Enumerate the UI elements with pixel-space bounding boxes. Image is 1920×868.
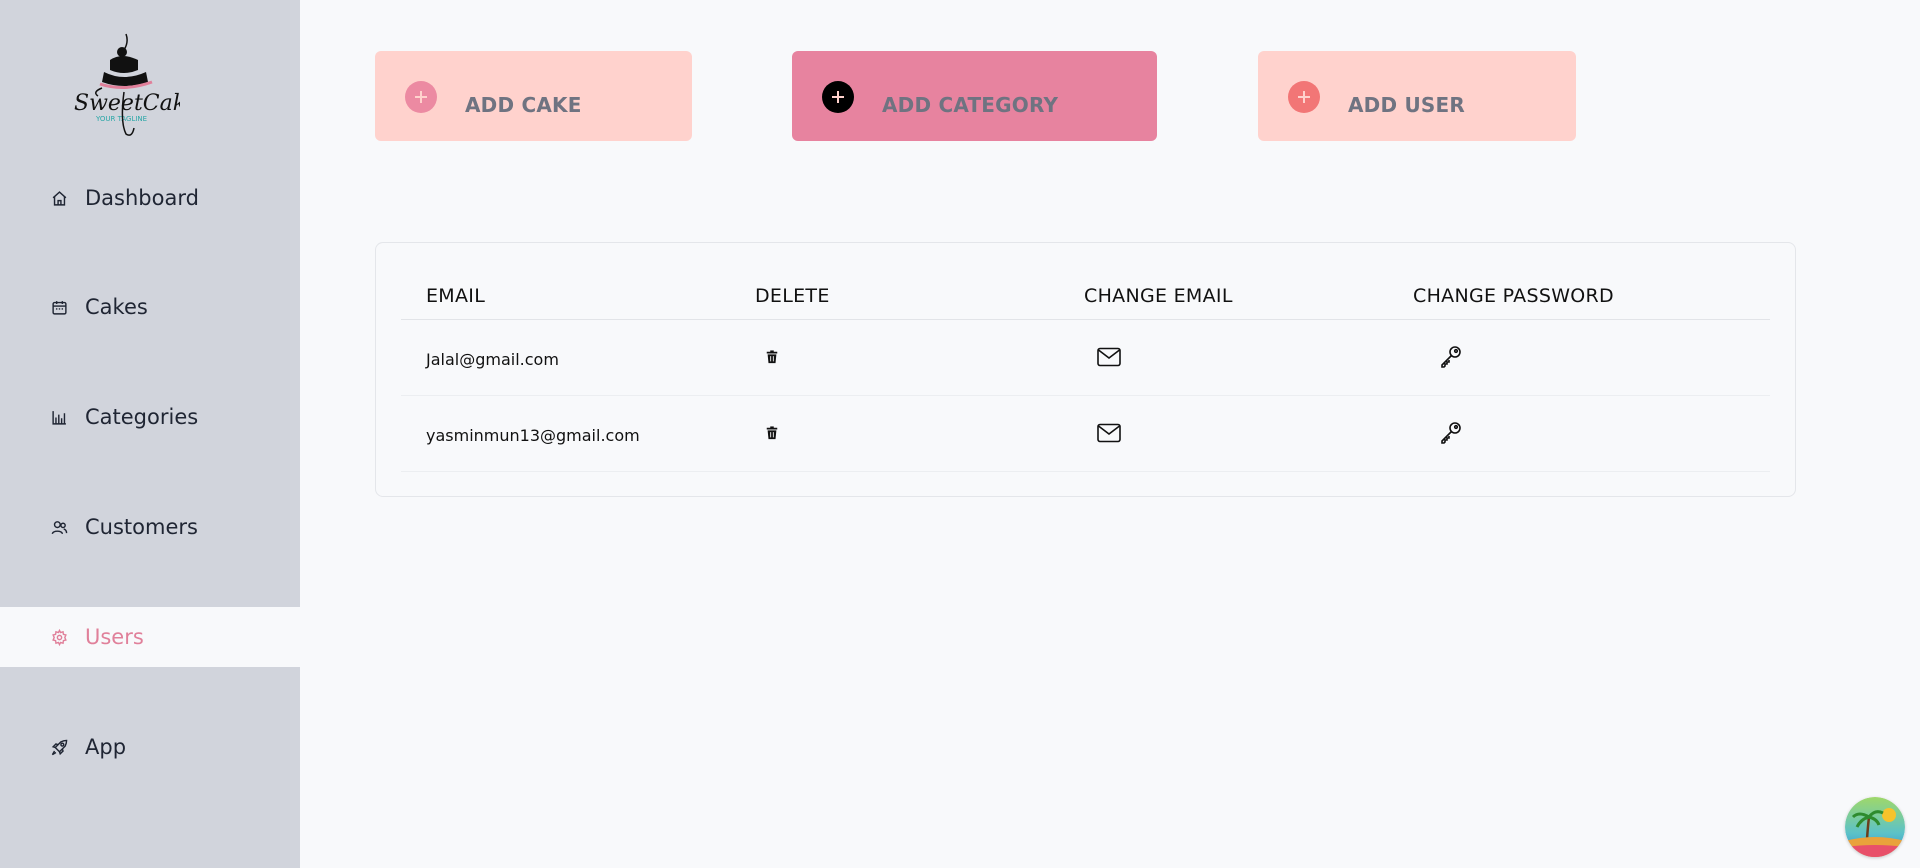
sidebar-item-dashboard[interactable]: Dashboard	[0, 168, 300, 228]
sidebar-item-label: App	[85, 735, 127, 759]
column-header-change-email: CHANGE EMAIL	[1084, 285, 1233, 307]
logo-tagline: YOUR TAGLINE	[95, 115, 147, 123]
key-icon[interactable]	[1438, 344, 1464, 370]
sweetcake-logo[interactable]: SweetCake YOUR TAGLINE	[72, 30, 199, 140]
sidebar-item-app[interactable]: App	[0, 717, 300, 777]
gear-icon	[50, 628, 68, 646]
add-user-label: ADD USER	[1348, 93, 1465, 117]
add-cake-label: ADD CAKE	[465, 93, 582, 117]
user-email: Jalal@gmail.com	[426, 350, 559, 369]
key-icon[interactable]	[1438, 420, 1464, 446]
user-email: yasminmun13@gmail.com	[426, 426, 640, 445]
table-row: yasminmun13@gmail.com	[401, 396, 1770, 472]
table-row: Jalal@gmail.com	[401, 320, 1770, 396]
sidebar-item-categories[interactable]: Categories	[0, 387, 300, 447]
add-cake-button[interactable]: ADD CAKE	[375, 51, 692, 141]
trash-icon[interactable]	[759, 344, 785, 370]
sidebar-item-label: Users	[85, 625, 144, 649]
assistant-avatar-button[interactable]	[1845, 797, 1905, 857]
rocket-icon	[50, 738, 68, 756]
add-user-button[interactable]: ADD USER	[1258, 51, 1576, 141]
users-icon	[50, 518, 68, 536]
plus-icon	[1288, 81, 1320, 113]
sidebar-item-label: Cakes	[85, 295, 148, 319]
logo-wordmark: SweetCake	[74, 91, 180, 116]
chart-icon	[50, 408, 68, 426]
sidebar-item-label: Dashboard	[85, 186, 199, 210]
sidebar-item-label: Categories	[85, 405, 199, 429]
mail-icon[interactable]	[1096, 420, 1122, 446]
calendar-icon	[50, 298, 68, 316]
mail-icon[interactable]	[1096, 344, 1122, 370]
column-header-email: EMAIL	[426, 285, 486, 307]
add-category-label: ADD CATEGORY	[882, 93, 1059, 117]
trash-icon[interactable]	[759, 420, 785, 446]
sidebar-item-label: Customers	[85, 515, 198, 539]
sidebar-item-customers[interactable]: Customers	[0, 497, 300, 557]
home-icon	[50, 189, 68, 207]
users-table: EMAIL DELETE CHANGE EMAIL CHANGE PASSWOR…	[375, 242, 1796, 497]
column-header-delete: DELETE	[755, 285, 830, 307]
add-category-button[interactable]: ADD CATEGORY	[792, 51, 1157, 141]
table-header: EMAIL DELETE CHANGE EMAIL CHANGE PASSWOR…	[401, 243, 1770, 320]
plus-icon	[822, 81, 854, 113]
sidebar-item-users[interactable]: Users	[0, 607, 300, 667]
plus-icon	[405, 81, 437, 113]
sidebar-item-cakes[interactable]: Cakes	[0, 277, 300, 337]
sidebar: SweetCake YOUR TAGLINE Dashboard Cakes C…	[0, 0, 300, 868]
column-header-change-password: CHANGE PASSWORD	[1413, 285, 1614, 307]
